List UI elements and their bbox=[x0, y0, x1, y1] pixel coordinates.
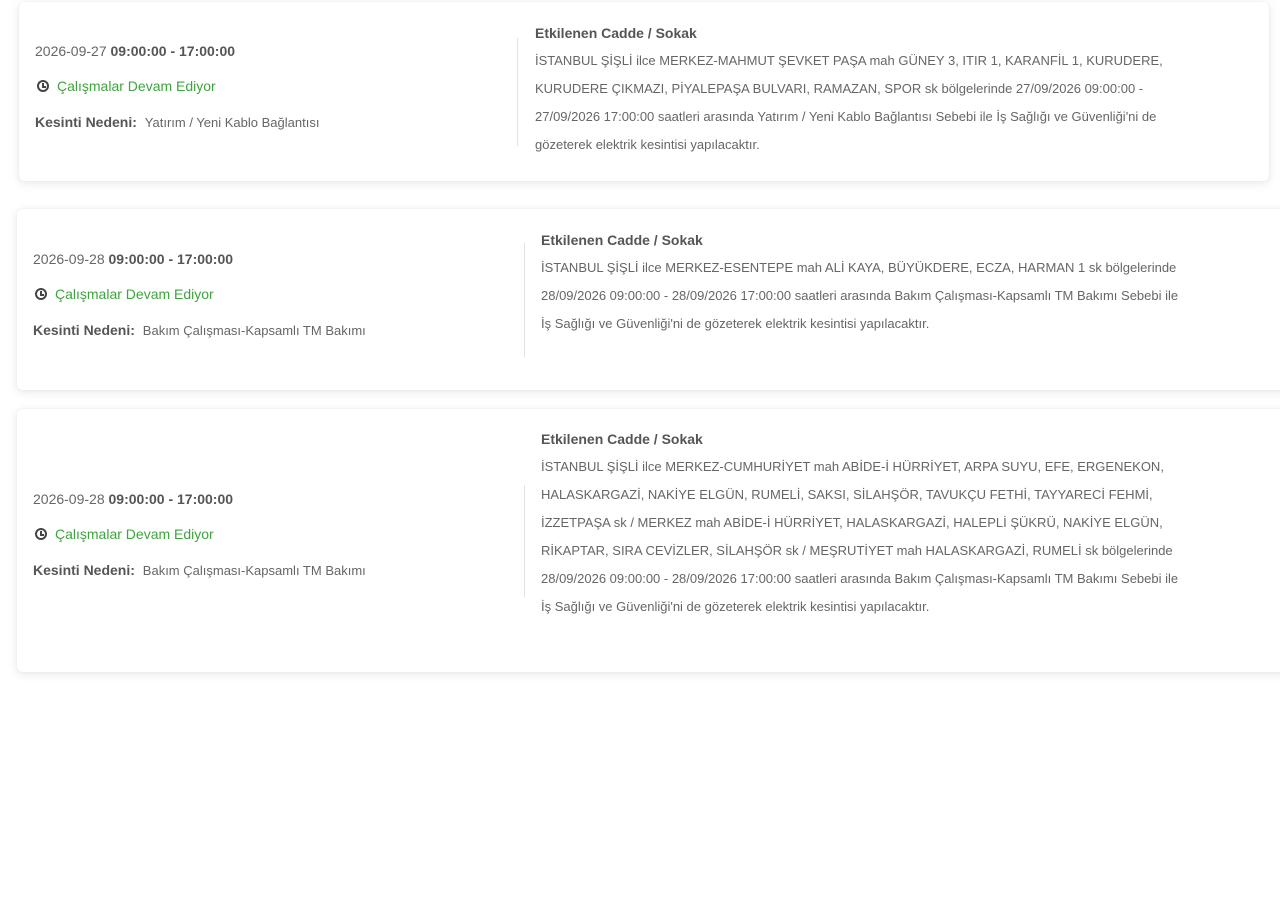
clock-icon bbox=[35, 288, 47, 300]
outage-status-text: Çalışmalar Devam Ediyor bbox=[57, 78, 216, 94]
outage-time-range: 09:00:00 - 17:00:00 bbox=[110, 43, 236, 59]
outage-card-3: 2026-09-28 09:00:00 - 17:00:00 Çalışmala… bbox=[17, 409, 1280, 672]
affected-streets: Etkilenen Cadde / Sokak İSTANBUL ŞİŞLİ i… bbox=[541, 231, 1181, 338]
outage-date: 2026-09-27 bbox=[35, 43, 107, 59]
outage-date-time: 2026-09-28 09:00:00 - 17:00:00 bbox=[33, 490, 366, 508]
outage-status-text: Çalışmalar Devam Ediyor bbox=[55, 526, 214, 542]
outage-card-2: 2026-09-28 09:00:00 - 17:00:00 Çalışmala… bbox=[17, 209, 1280, 390]
outage-date: 2026-09-28 bbox=[33, 491, 105, 507]
outage-date-time: 2026-09-28 09:00:00 - 17:00:00 bbox=[33, 250, 366, 268]
clock-icon bbox=[35, 528, 47, 540]
affected-streets-title: Etkilenen Cadde / Sokak bbox=[541, 232, 703, 248]
affected-streets-title: Etkilenen Cadde / Sokak bbox=[541, 431, 703, 447]
column-divider bbox=[524, 485, 525, 597]
outage-reason-value: Yatırım / Yeni Kablo Bağlantısı bbox=[144, 115, 320, 130]
column-divider bbox=[524, 243, 525, 357]
outage-reason-label: Kesinti Nedeni: bbox=[33, 322, 135, 338]
column-divider bbox=[517, 38, 518, 146]
outage-date: 2026-09-28 bbox=[33, 251, 105, 267]
affected-streets: Etkilenen Cadde / Sokak İSTANBUL ŞİŞLİ i… bbox=[541, 430, 1181, 621]
outage-time-range: 09:00:00 - 17:00:00 bbox=[108, 491, 234, 507]
outage-reason: Kesinti Nedeni: Bakım Çalışması-Kapsamlı… bbox=[33, 561, 366, 580]
affected-streets-text: İSTANBUL ŞİŞLİ ilce MERKEZ-CUMHURİYET ma… bbox=[541, 459, 1179, 614]
outage-reason: Kesinti Nedeni: Bakım Çalışması-Kapsamlı… bbox=[33, 321, 366, 340]
affected-streets: Etkilenen Cadde / Sokak İSTANBUL ŞİŞLİ i… bbox=[535, 24, 1175, 159]
outage-status: Çalışmalar Devam Ediyor bbox=[33, 525, 366, 543]
outage-time-range: 09:00:00 - 17:00:00 bbox=[108, 251, 234, 267]
outage-status: Çalışmalar Devam Ediyor bbox=[35, 77, 319, 95]
outage-date-time: 2026-09-27 09:00:00 - 17:00:00 bbox=[35, 42, 319, 60]
outage-card-1: 2026-09-27 09:00:00 - 17:00:00 Çalışmala… bbox=[19, 2, 1269, 181]
outage-reason-value: Bakım Çalışması-Kapsamlı TM Bakımı bbox=[142, 323, 366, 338]
affected-streets-text: İSTANBUL ŞİŞLİ ilce MERKEZ-MAHMUT ŞEVKET… bbox=[535, 53, 1163, 152]
affected-streets-title: Etkilenen Cadde / Sokak bbox=[535, 25, 697, 41]
outage-status-text: Çalışmalar Devam Ediyor bbox=[55, 286, 214, 302]
outage-reason: Kesinti Nedeni: Yatırım / Yeni Kablo Bağ… bbox=[35, 113, 319, 132]
clock-icon bbox=[37, 80, 49, 92]
outage-summary: 2026-09-27 09:00:00 - 17:00:00 Çalışmala… bbox=[35, 42, 319, 132]
outage-status: Çalışmalar Devam Ediyor bbox=[33, 285, 366, 303]
outage-reason-value: Bakım Çalışması-Kapsamlı TM Bakımı bbox=[142, 563, 366, 578]
outage-reason-label: Kesinti Nedeni: bbox=[35, 114, 137, 130]
affected-streets-text: İSTANBUL ŞİŞLİ ilce MERKEZ-ESENTEPE mah … bbox=[541, 260, 1179, 331]
outage-summary: 2026-09-28 09:00:00 - 17:00:00 Çalışmala… bbox=[33, 250, 366, 340]
outage-summary: 2026-09-28 09:00:00 - 17:00:00 Çalışmala… bbox=[33, 490, 366, 580]
outage-reason-label: Kesinti Nedeni: bbox=[33, 562, 135, 578]
